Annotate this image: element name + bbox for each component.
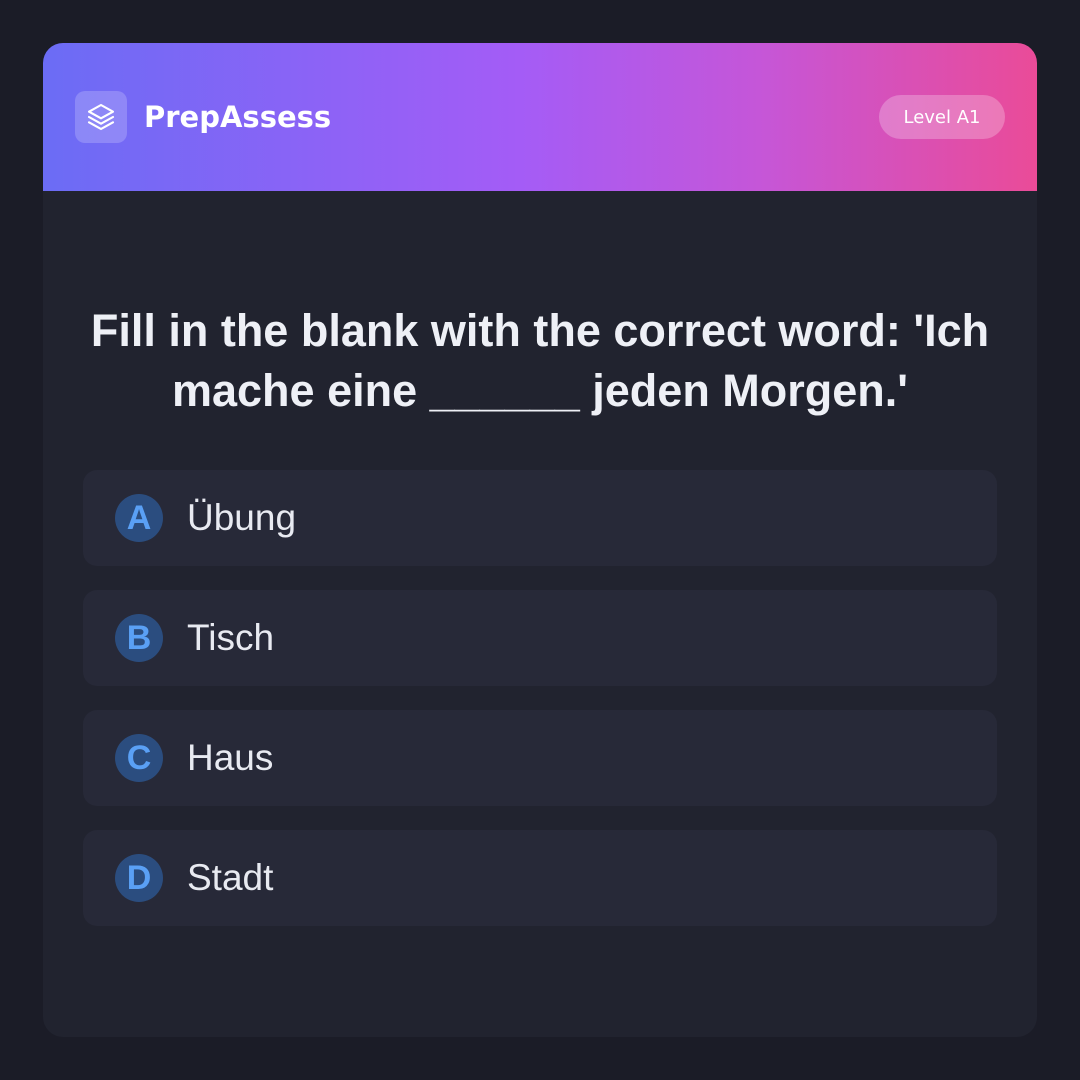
level-badge: Level A1 <box>879 95 1005 139</box>
quiz-header: PrepAssess Level A1 <box>43 43 1037 191</box>
answer-option-c[interactable]: C Haus <box>83 710 997 806</box>
brand-name: PrepAssess <box>144 100 332 134</box>
option-letter-badge: D <box>115 854 163 902</box>
option-label: Tisch <box>187 617 275 658</box>
option-letter-badge: B <box>115 614 163 662</box>
answer-option-d[interactable]: D Stadt <box>83 830 997 926</box>
option-label: Stadt <box>187 857 274 898</box>
app-logo <box>75 91 127 143</box>
option-letter-badge: A <box>115 494 163 542</box>
option-letter-badge: C <box>115 734 163 782</box>
question-text: Fill in the blank with the correct word:… <box>90 305 990 416</box>
option-label: Haus <box>187 737 274 778</box>
answer-option-a[interactable]: A Übung <box>83 470 997 566</box>
quiz-card: PrepAssess Level A1 Fill in the blank wi… <box>43 43 1037 1037</box>
answer-option-b[interactable]: B Tisch <box>83 590 997 686</box>
layers-icon <box>87 103 115 131</box>
option-label: Übung <box>187 497 297 538</box>
